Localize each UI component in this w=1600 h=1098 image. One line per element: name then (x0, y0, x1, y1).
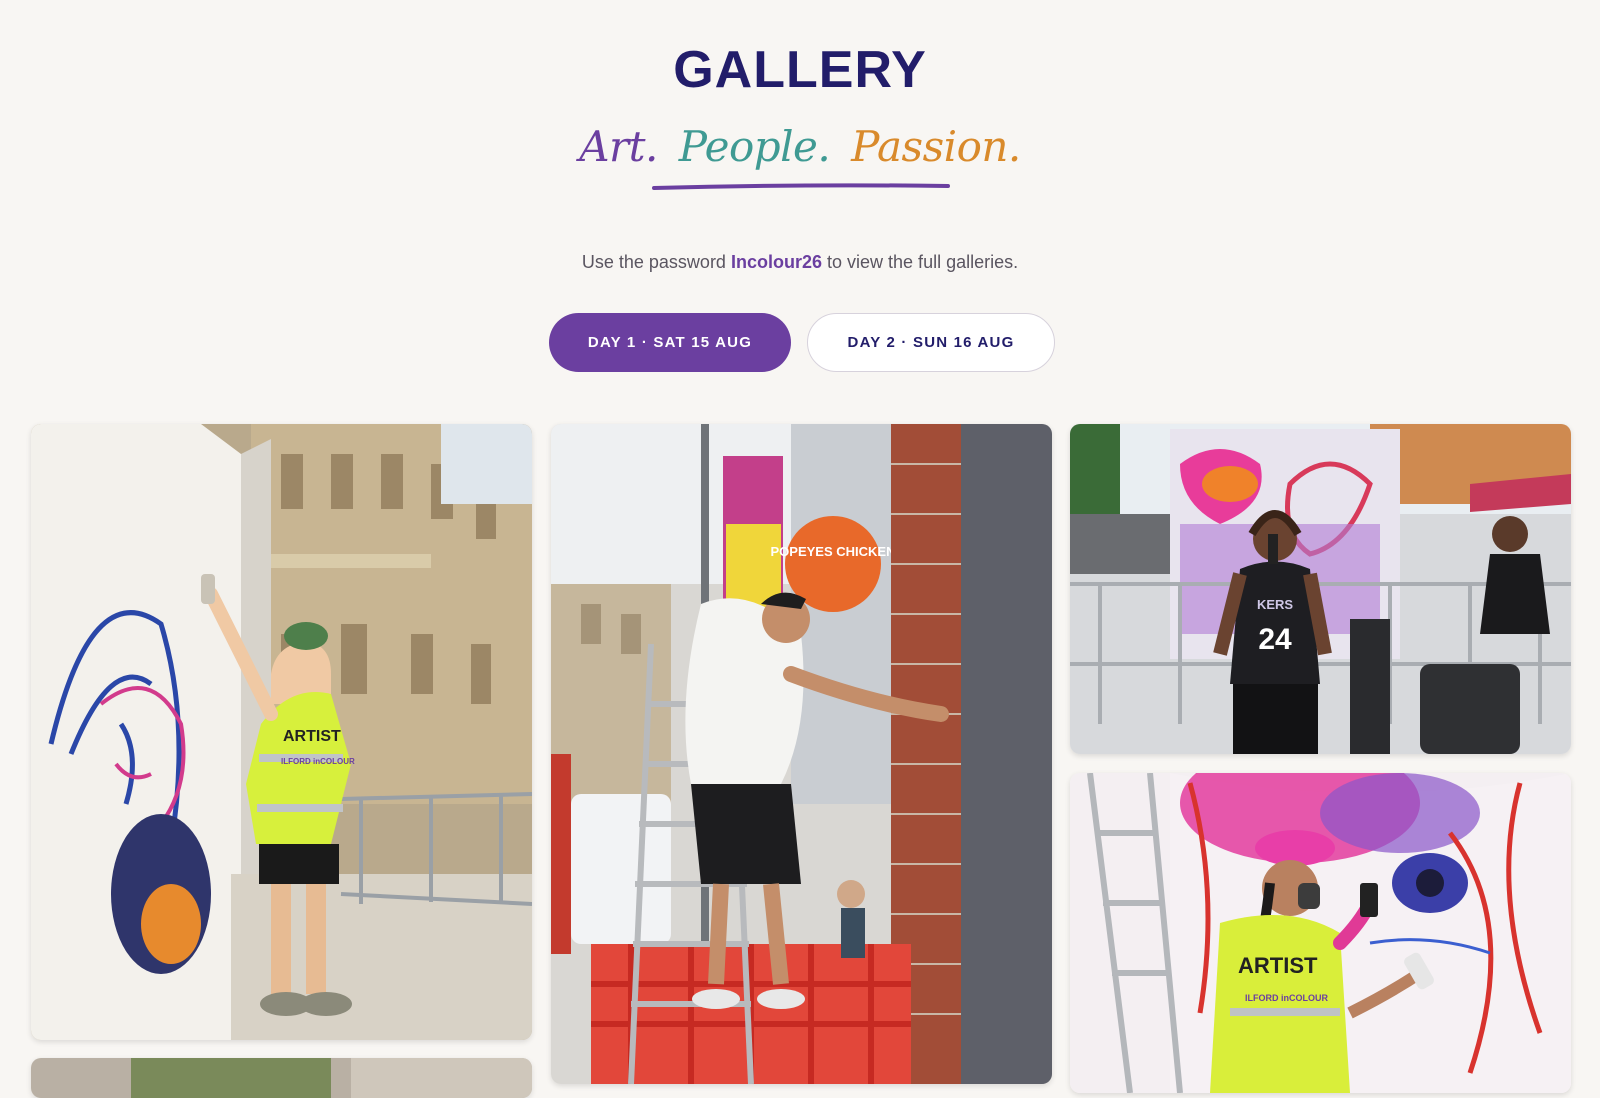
vest-text-artist-2: ARTIST (1238, 953, 1318, 978)
gallery-photo-artist-painting-wall[interactable]: ARTIST ILFORD inCOLOUR (31, 424, 532, 1040)
gallery-photo-next-row[interactable] (31, 1058, 532, 1098)
tagline-word-people: People. (678, 122, 831, 171)
jersey-number: 24 (1258, 623, 1292, 656)
vest-brand-text: ILFORD inCOLOUR (281, 757, 355, 766)
day-tabs: DAY 1 · SAT 15 AUG DAY 2 · SUN 16 AUG (549, 313, 1055, 372)
tab-day-1[interactable]: DAY 1 · SAT 15 AUG (549, 313, 791, 372)
password-notice-suffix: to view the full galleries. (827, 252, 1019, 272)
jersey-text: KERS (1257, 597, 1293, 612)
vest-text-artist: ARTIST (283, 728, 341, 745)
password-value: Incolour26 (730, 252, 822, 272)
vest-brand-text-2: ILFORD inCOLOUR (1245, 993, 1328, 1003)
tagline-underline (652, 183, 950, 190)
page-title: GALLERY (673, 41, 927, 99)
gallery-photo-mc-with-microphone[interactable]: KERS 24 (1070, 424, 1571, 754)
gallery-photo-ladder-painter[interactable]: POPEYES CHICKEN (551, 424, 1052, 1084)
tagline: Art. People. Passion. (0, 122, 1600, 171)
popeyes-sign-text: POPEYES CHICKEN (771, 544, 896, 559)
tagline-word-passion: Passion. (851, 122, 1021, 171)
tagline-word-art: Art. (579, 122, 658, 171)
tab-day-2[interactable]: DAY 2 · SUN 16 AUG (807, 313, 1055, 372)
password-notice-prefix: Use the password (581, 252, 726, 272)
gallery-photo-artist-pink-cap[interactable]: ARTIST ILFORD inCOLOUR (1070, 773, 1571, 1093)
password-notice: Use the password Incolour26 to view the … (0, 252, 1600, 273)
